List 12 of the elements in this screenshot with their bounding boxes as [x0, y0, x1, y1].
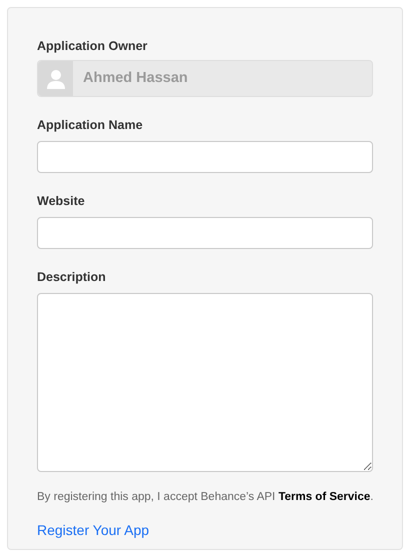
field-label: Application Owner [37, 38, 148, 54]
owner-name: Ahmed Hassan [83, 68, 188, 88]
field-label: Website [37, 193, 86, 209]
avatar-icon [44, 68, 66, 90]
register-link[interactable]: Register Your App [37, 520, 150, 542]
field-label: Application Name [37, 117, 144, 133]
description-field[interactable] [37, 293, 373, 472]
text-field[interactable] [37, 141, 373, 173]
terms-text: By registering this app, I accept Behance’s API Terms of Service. [37, 490, 373, 505]
field-label: Description [37, 269, 107, 285]
terms-link[interactable]: Terms of Service [278, 491, 370, 503]
text-field[interactable] [37, 217, 373, 249]
